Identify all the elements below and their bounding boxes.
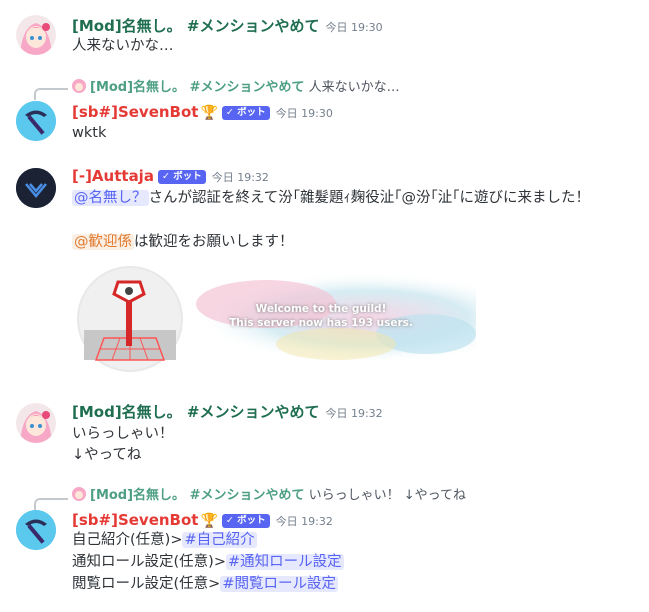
message-header: [sb#]SevenBot 🏆 ✓ ボット 今日 19:30 [72, 102, 333, 124]
role-mention[interactable]: @歓迎係 [72, 234, 134, 250]
message-header: [sb#]SevenBot 🏆 ✓ ボット 今日 19:32 [72, 510, 333, 532]
message-line: @名無し？ さんが認証を終えて汾｢雜髮題ｨ麹役沚｢@汾｢沚｢に遊びに来ました！ [72, 188, 590, 209]
bot-badge: ✓ ボット [221, 106, 270, 120]
message-line: 自己紹介(任意)> #自己紹介 [72, 530, 257, 551]
message-text: は歓迎をお願いします！ [134, 234, 294, 250]
reply-author: [Mod]名無し。 #メンションやめて [90, 488, 305, 503]
message-sevenbot-2: [Mod]名無し。 #メンションやめて いらっしゃい！ ↓やってね [sb#]S… [0, 482, 649, 607]
message-text: いらっしゃい！ [72, 426, 174, 442]
timestamp[interactable]: 今日 19:32 [325, 407, 382, 420]
user-mention[interactable]: @名無し？ [72, 190, 149, 206]
message-mod-1: [Mod]名無し。 #メンションやめて 今日 19:30 人来ないかな… [0, 0, 649, 70]
channel-mention[interactable]: #自己紹介 [182, 532, 257, 548]
avatar[interactable] [16, 403, 56, 443]
message-text: さんが認証を終えて汾｢雜髮題ｨ麹役沚｢@汾｢沚｢に遊びに来ました！ [148, 190, 591, 206]
trophy-icon: 🏆 [200, 105, 218, 121]
bot-badge: ✓ ボット [157, 170, 206, 184]
channel-mention[interactable]: #通知ロール設定 [225, 554, 344, 570]
reply-text: 人来ないかな… [308, 80, 400, 95]
trophy-icon: 🏆 [200, 513, 218, 529]
timestamp[interactable]: 今日 19:32 [276, 515, 333, 528]
timestamp[interactable]: 今日 19:30 [325, 21, 382, 34]
reply-avatar-icon [72, 79, 86, 93]
reply-author: [Mod]名無し。 #メンションやめて [90, 80, 305, 95]
message-mod-2: [Mod]名無し。 #メンションやめて 今日 19:32 いらっしゃい！ ↓やって… [0, 386, 649, 476]
row-label: 通知ロール設定(任意)> [72, 554, 226, 570]
bot-badge: ✓ ボット [221, 514, 270, 528]
pickaxe-icon [16, 101, 56, 141]
row-label: 閲覧ロール設定(任意> [72, 576, 221, 592]
message-auttaja: [-]Auttaja ✓ ボット 今日 19:32 @名無し？ さんが認証を終えて汾｢… [0, 150, 649, 378]
anime-avatar-icon [16, 15, 56, 55]
anime-avatar-icon [16, 403, 56, 443]
message-header: [Mod]名無し。 #メンションやめて 今日 19:30 [72, 16, 383, 38]
row-label: 自己紹介(任意)> [72, 532, 183, 548]
message-line: 通知ロール設定(任意)> #通知ロール設定 [72, 552, 344, 573]
message-text: wktk [72, 125, 107, 141]
welcome-banner-image[interactable]: Welcome to the guild! This server now ha… [76, 264, 536, 374]
reply-preview[interactable]: [Mod]名無し。 #メンションやめて いらっしゃい！ ↓やってね [72, 487, 466, 505]
avatar[interactable] [16, 101, 56, 141]
message-header: [-]Auttaja ✓ ボット 今日 19:32 [72, 166, 269, 188]
banner-subtitle: This server now has 193 users. [229, 317, 413, 329]
author-name[interactable]: [-]Auttaja [72, 167, 154, 185]
avatar[interactable] [16, 15, 56, 55]
author-name[interactable]: [Mod]名無し。 #メンションやめて [72, 17, 319, 35]
message-sevenbot-1: [Mod]名無し。 #メンションやめて 人来ないかな… [sb#]SevenBo… [0, 72, 649, 147]
timestamp[interactable]: 今日 19:32 [212, 171, 269, 184]
reply-spine [34, 498, 68, 510]
author-name[interactable]: [Mod]名無し。 #メンションやめて [72, 403, 319, 421]
banner-title: Welcome to the guild! [255, 303, 387, 315]
message-header: [Mod]名無し。 #メンションやめて 今日 19:32 [72, 402, 383, 424]
message-text: 人来ないかな… [72, 38, 174, 54]
reply-text: いらっしゃい！ ↓やってね [308, 488, 467, 503]
auttaja-logo-icon [16, 168, 56, 208]
chat-log: [Mod]名無し。 #メンションやめて 今日 19:30 人来ないかな… [Mod… [0, 0, 649, 612]
message-line: @歓迎係 は歓迎をお願いします！ [72, 232, 294, 253]
author-name[interactable]: [sb#]SevenBot [72, 511, 198, 529]
avatar[interactable] [16, 168, 56, 208]
message-line: 閲覧ロール設定(任意> #閲覧ロール設定 [72, 574, 338, 595]
reply-spine [34, 88, 68, 100]
reply-preview[interactable]: [Mod]名無し。 #メンションやめて 人来ないかな… [72, 79, 400, 97]
timestamp[interactable]: 今日 19:30 [276, 107, 333, 120]
reply-avatar-icon [72, 487, 86, 501]
channel-mention[interactable]: #閲覧ロール設定 [220, 576, 338, 592]
pickaxe-icon [16, 510, 56, 550]
avatar[interactable] [16, 510, 56, 550]
message-text: ↓やってね [72, 447, 142, 463]
author-name[interactable]: [sb#]SevenBot [72, 103, 198, 121]
